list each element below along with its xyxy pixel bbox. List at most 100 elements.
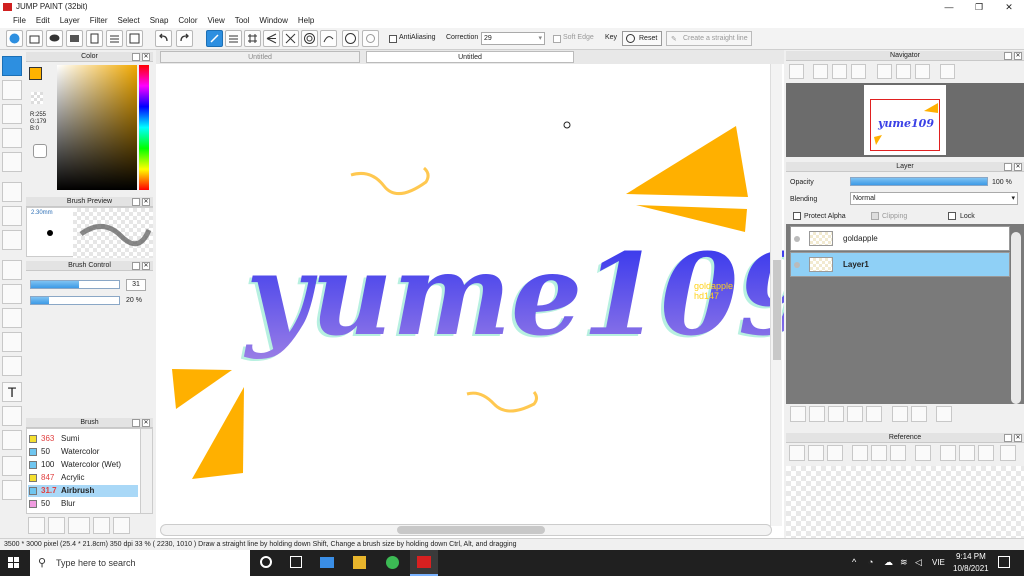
flip-icon[interactable]: [940, 64, 955, 79]
navigator-view[interactable]: yume109: [786, 83, 1024, 157]
layer-opacity-slider[interactable]: [850, 177, 988, 186]
float-icon[interactable]: [1004, 163, 1012, 171]
reset-button[interactable]: Reset: [622, 31, 662, 46]
menu-view[interactable]: View: [208, 14, 225, 28]
snap-curve-icon[interactable]: [320, 30, 337, 47]
clipping-checkbox[interactable]: [871, 212, 879, 220]
reference-settings-icon[interactable]: [789, 445, 805, 461]
clock-time[interactable]: 9:14 PM: [956, 552, 986, 561]
rectangle-tool-icon[interactable]: [2, 104, 22, 124]
close-panel-icon[interactable]: ✕: [1014, 163, 1022, 171]
zoom-out-icon[interactable]: [789, 64, 804, 79]
close-panel-icon[interactable]: ✕: [142, 419, 150, 427]
new-1bit-layer-icon[interactable]: [809, 406, 825, 422]
reference-rotate-right-icon[interactable]: [978, 445, 994, 461]
network-icon[interactable]: ◔: [868, 557, 873, 567]
color-picker-icon[interactable]: [33, 144, 47, 158]
rotate-right-icon[interactable]: [915, 64, 930, 79]
brush-list-item[interactable]: 847 Acrylic: [28, 472, 138, 484]
line-tool-icon[interactable]: [2, 128, 22, 148]
file-explorer-icon[interactable]: [353, 556, 366, 569]
brush-size-slider[interactable]: [30, 280, 120, 289]
drawing-canvas[interactable]: yume109 yume109 goldapple hd147: [156, 64, 816, 538]
blending-select[interactable]: Normal ▾: [850, 192, 1018, 205]
snap-grid-icon[interactable]: [244, 30, 261, 47]
volume-icon[interactable]: ◁: [915, 557, 922, 568]
float-icon[interactable]: [132, 53, 140, 61]
taskbar-search-box[interactable]: ⚲ Type here to search: [30, 550, 250, 576]
wifi-icon[interactable]: ≋: [900, 557, 908, 568]
tab-untitled-1[interactable]: Untitled: [160, 51, 360, 63]
snap-burst-icon[interactable]: [282, 30, 299, 47]
chevron-up-icon[interactable]: ^: [852, 557, 856, 567]
brush-folder-icon[interactable]: [113, 517, 130, 534]
menu-edit[interactable]: Edit: [36, 14, 50, 28]
bucket-tool-icon[interactable]: [2, 206, 22, 226]
cortana-icon[interactable]: [260, 556, 272, 568]
float-icon[interactable]: [132, 198, 140, 206]
hue-slider[interactable]: [139, 65, 149, 190]
windows-start-icon[interactable]: [8, 557, 20, 569]
reference-fit-window-icon[interactable]: [959, 445, 975, 461]
canvas-horizontal-scrollbar[interactable]: [160, 524, 772, 536]
snap-parallel-icon[interactable]: [225, 30, 242, 47]
new-canvas-icon[interactable]: [6, 30, 23, 47]
zoom-minus-icon[interactable]: [851, 64, 866, 79]
zoom-in-icon[interactable]: [813, 64, 828, 79]
layer-row[interactable]: goldapple: [790, 226, 1010, 251]
menu-file[interactable]: File: [13, 14, 26, 28]
notifications-icon[interactable]: [998, 556, 1010, 568]
snap-concentric-icon[interactable]: [301, 30, 318, 47]
canvas-vertical-scrollbar[interactable]: [770, 64, 782, 526]
correction-input[interactable]: 29 ▾: [481, 32, 545, 45]
reference-rotate-left-icon[interactable]: [940, 445, 956, 461]
soft-edge-checkbox[interactable]: [553, 35, 561, 43]
eyedropper2-tool-icon[interactable]: [2, 456, 22, 476]
text-tool-icon[interactable]: T: [2, 382, 22, 402]
settings-icon[interactable]: [126, 30, 143, 47]
reference-picker-icon[interactable]: [915, 445, 931, 461]
close-panel-icon[interactable]: ✕: [1014, 434, 1022, 442]
select-eraser-tool-icon[interactable]: [2, 356, 22, 376]
operation-tool-icon[interactable]: [2, 406, 22, 426]
brush-list-item[interactable]: 100 Watercolor (Wet): [28, 459, 138, 471]
duplicate-layer-icon[interactable]: [892, 406, 908, 422]
menu-snap[interactable]: Snap: [150, 14, 169, 28]
antialiasing-checkbox[interactable]: [389, 35, 397, 43]
menu-select[interactable]: Select: [117, 14, 139, 28]
new-halftone-layer-icon[interactable]: [847, 406, 863, 422]
jumppaint-taskbar-button[interactable]: [410, 550, 438, 576]
document-icon[interactable]: [86, 30, 103, 47]
rect-select-tool-icon[interactable]: [2, 260, 22, 280]
layer-row[interactable]: Layer1: [790, 252, 1010, 277]
eraser-tool-icon[interactable]: [2, 80, 22, 100]
lasso-tool-icon[interactable]: [2, 284, 22, 304]
scroll-thumb-v[interactable]: [773, 260, 781, 360]
reference-zoom-in-icon[interactable]: [852, 445, 868, 461]
move-tool-icon[interactable]: [2, 152, 22, 172]
menu-help[interactable]: Help: [298, 14, 314, 28]
close-panel-icon[interactable]: ✕: [142, 262, 150, 270]
close-panel-icon[interactable]: ✕: [1014, 52, 1022, 60]
layer-visibility-icon[interactable]: [794, 236, 800, 242]
eyedropper-tool-icon[interactable]: [2, 430, 22, 450]
snap-radial-icon[interactable]: [263, 30, 280, 47]
fill-icon[interactable]: [66, 30, 83, 47]
chrome-icon[interactable]: [386, 556, 399, 569]
float-icon[interactable]: [1004, 52, 1012, 60]
hand-tool-icon[interactable]: [2, 480, 22, 500]
new-8bit-layer-icon[interactable]: [828, 406, 844, 422]
scroll-thumb-h[interactable]: [397, 526, 545, 534]
fit-icon[interactable]: [832, 64, 847, 79]
reference-close-icon[interactable]: [827, 445, 843, 461]
brush-list-item[interactable]: 31.7 Airbrush: [28, 485, 138, 497]
snap-ellipse-icon[interactable]: [362, 30, 379, 47]
language-indicator[interactable]: VIE: [932, 558, 945, 567]
snap-off-icon[interactable]: [206, 30, 223, 47]
brush-size-value[interactable]: 31: [126, 279, 146, 291]
float-icon[interactable]: [1004, 434, 1012, 442]
menu-filter[interactable]: Filter: [90, 14, 108, 28]
float-icon[interactable]: [132, 419, 140, 427]
reference-open-icon[interactable]: [808, 445, 824, 461]
undo-icon[interactable]: [155, 30, 172, 47]
